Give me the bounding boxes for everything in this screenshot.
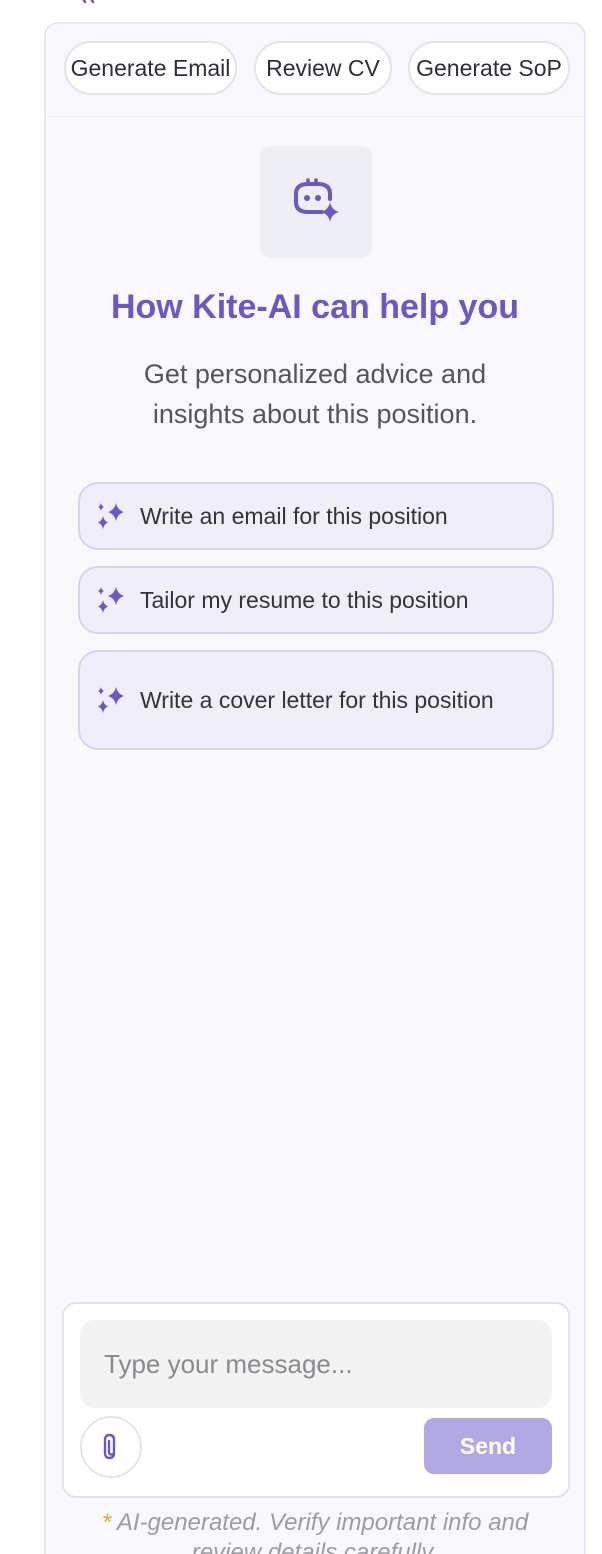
- page: Generate Email Review CV Generate SoP Ho…: [0, 0, 602, 1554]
- ai-assistant-panel: Generate Email Review CV Generate SoP Ho…: [44, 22, 586, 1554]
- generate-sop-button[interactable]: Generate SoP: [408, 41, 570, 95]
- message-composer: Send: [62, 1302, 570, 1498]
- collapse-chevron-icon[interactable]: [76, 0, 98, 6]
- ai-disclaimer: * AI-generated. Verify important info an…: [66, 1508, 564, 1554]
- attach-button[interactable]: [80, 1416, 142, 1478]
- paperclip-icon: [103, 1433, 116, 1460]
- suggestion-label: Write an email for this position: [140, 503, 448, 529]
- disclaimer-asterisk: *: [101, 1509, 112, 1536]
- bot-sparkle-icon: [294, 178, 339, 222]
- sparkles-icon: [98, 587, 124, 613]
- suggestion-label: Tailor my resume to this position: [140, 587, 469, 613]
- sparkles-icon: [98, 687, 124, 713]
- assistant-heading: How Kite-AI can help you: [110, 288, 520, 326]
- send-button[interactable]: Send: [424, 1418, 552, 1474]
- suggestion-tailor-resume[interactable]: Tailor my resume to this position: [78, 566, 554, 634]
- suggestion-cover-letter[interactable]: Write a cover letter for this position: [78, 650, 554, 750]
- disclaimer-text: AI-generated. Verify important info and …: [116, 1509, 529, 1554]
- assistant-avatar: [260, 146, 372, 258]
- suggestion-write-email[interactable]: Write an email for this position: [78, 482, 554, 550]
- message-input[interactable]: [80, 1320, 552, 1408]
- review-cv-button[interactable]: Review CV: [254, 41, 392, 95]
- quick-actions-bar: Generate Email Review CV Generate SoP: [46, 24, 584, 117]
- generate-email-button[interactable]: Generate Email: [64, 41, 237, 95]
- assistant-subheading: Get personalized advice and insights abo…: [143, 359, 487, 429]
- suggestion-label: Write a cover letter for this position: [140, 687, 494, 713]
- sparkles-icon: [98, 503, 124, 529]
